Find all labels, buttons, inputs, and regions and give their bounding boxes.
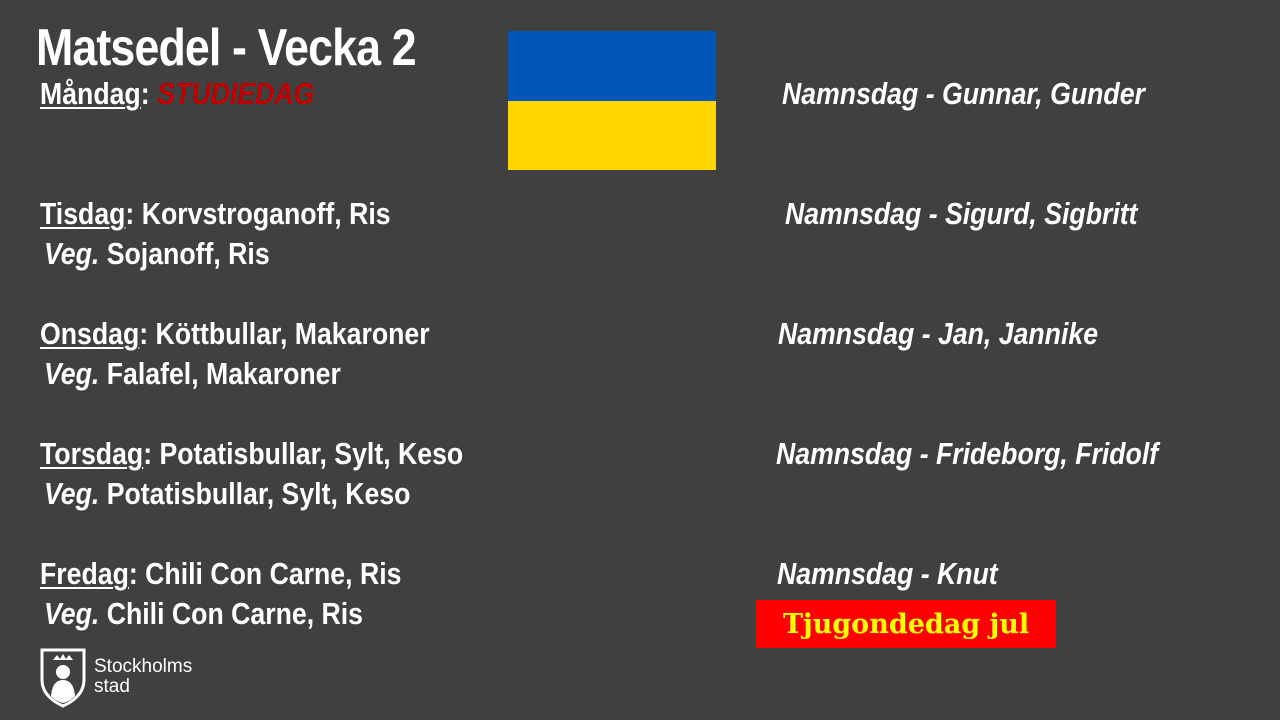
logo-line2: stad bbox=[94, 676, 130, 697]
day-menu: Chili Con Carne, Ris bbox=[145, 556, 402, 591]
day-menu-studiedag: STUDIEDAG bbox=[157, 76, 315, 111]
logo-line1: Stockholms bbox=[94, 656, 193, 677]
flag-blue-stripe bbox=[508, 31, 716, 101]
day-name: Tisdag bbox=[40, 196, 126, 231]
page-title: Matsedel - Vecka 2 bbox=[36, 19, 417, 77]
veg-label: Veg. bbox=[44, 236, 100, 271]
veg-label: Veg. bbox=[44, 596, 100, 631]
stockholm-crest-icon bbox=[40, 648, 86, 708]
day-row-fredag: Fredag: Chili Con Carne, Ris bbox=[40, 556, 402, 591]
holiday-badge: Tjugondedag jul bbox=[756, 600, 1056, 648]
day-menu: Köttbullar, Makaroner bbox=[155, 316, 430, 351]
namnsdag-mandag: Namnsdag - Gunnar, Gunder bbox=[782, 76, 1145, 111]
day-row-tisdag: Tisdag: Korvstroganoff, Ris bbox=[40, 196, 391, 231]
veg-row-fredag: Veg. Chili Con Carne, Ris bbox=[44, 596, 363, 632]
veg-row-tisdag: Veg. Sojanoff, Ris bbox=[44, 236, 270, 272]
veg-menu: Sojanoff, Ris bbox=[106, 236, 270, 271]
ukraine-flag bbox=[508, 31, 716, 170]
flag-yellow-stripe bbox=[508, 100, 716, 170]
namnsdag-tisdag: Namnsdag - Sigurd, Sigbritt bbox=[785, 196, 1138, 231]
namnsdag-onsdag: Namnsdag - Jan, Jannike bbox=[778, 316, 1099, 351]
namnsdag-torsdag: Namnsdag - Frideborg, Fridolf bbox=[776, 436, 1159, 471]
day-menu: Korvstroganoff, Ris bbox=[141, 196, 391, 231]
day-row-torsdag: Torsdag: Potatisbullar, Sylt, Keso bbox=[40, 436, 464, 471]
veg-label: Veg. bbox=[44, 476, 100, 511]
namnsdag-fredag: Namnsdag - Knut bbox=[777, 556, 998, 591]
day-name: Onsdag bbox=[40, 316, 140, 351]
day-name: Torsdag bbox=[40, 436, 144, 471]
veg-menu: Falafel, Makaroner bbox=[106, 356, 341, 391]
day-row-onsdag: Onsdag: Köttbullar, Makaroner bbox=[40, 316, 430, 351]
veg-row-onsdag: Veg. Falafel, Makaroner bbox=[44, 356, 341, 392]
day-row-mandag: Måndag: STUDIEDAG bbox=[40, 76, 315, 111]
veg-menu: Potatisbullar, Sylt, Keso bbox=[106, 476, 411, 511]
veg-menu: Chili Con Carne, Ris bbox=[106, 596, 364, 631]
veg-row-torsdag: Veg. Potatisbullar, Sylt, Keso bbox=[44, 476, 410, 512]
veg-label: Veg. bbox=[44, 356, 100, 391]
day-name: Fredag bbox=[40, 556, 129, 591]
day-name: Måndag bbox=[40, 76, 141, 111]
day-menu: Potatisbullar, Sylt, Keso bbox=[159, 436, 464, 471]
stockholms-stad-logo: Stockholms stad bbox=[38, 646, 192, 708]
